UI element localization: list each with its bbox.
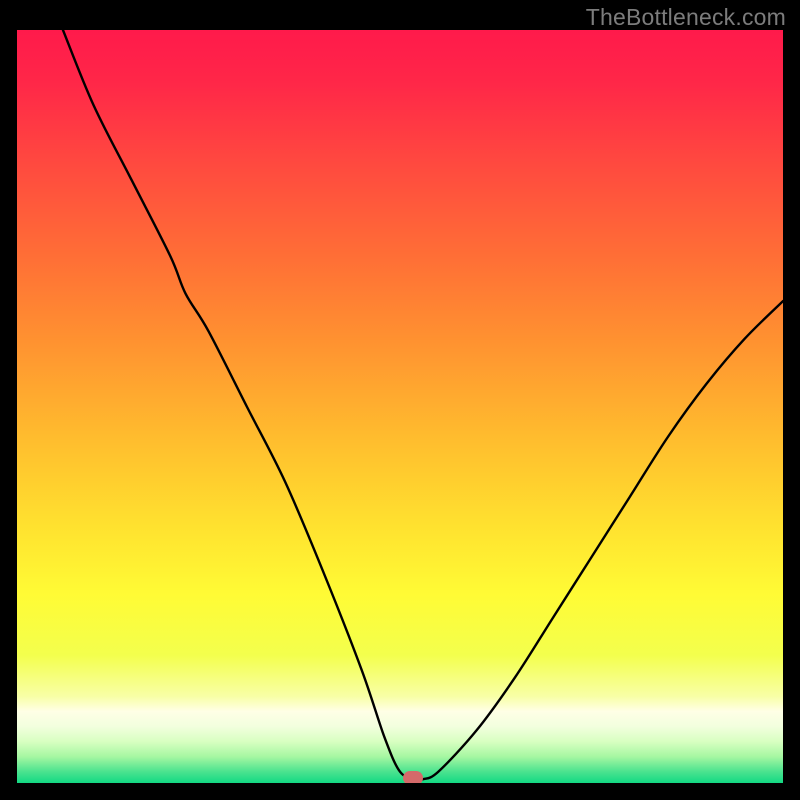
optimal-point-marker <box>403 771 423 783</box>
bottleneck-curve <box>17 30 783 783</box>
plot-area <box>17 30 783 783</box>
chart-frame: TheBottleneck.com <box>0 0 800 800</box>
watermark-text: TheBottleneck.com <box>586 4 786 31</box>
